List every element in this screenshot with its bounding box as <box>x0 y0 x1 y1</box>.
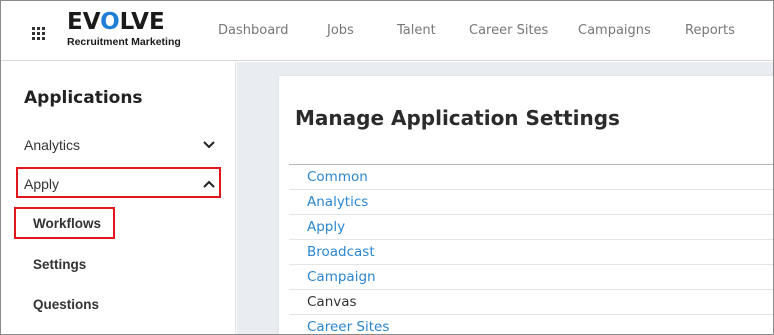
settings-link-common[interactable]: Common <box>289 165 773 190</box>
top-navigation-bar: EVOLVE Recruitment Marketing Dashboard J… <box>1 1 773 61</box>
nav-campaigns[interactable]: Campaigns <box>578 23 651 38</box>
app-grid-icon[interactable] <box>32 27 45 40</box>
settings-link-analytics[interactable]: Analytics <box>289 190 773 215</box>
sidebar-item-settings[interactable]: Settings <box>33 257 86 272</box>
nav-talent[interactable]: Talent <box>397 23 436 38</box>
settings-link-list: Common Analytics Apply Broadcast Campaig… <box>289 164 773 334</box>
app-window: EVOLVE Recruitment Marketing Dashboard J… <box>0 0 774 335</box>
sidebar-item-questions[interactable]: Questions <box>33 297 99 312</box>
sidebar-item-workflows[interactable]: Workflows <box>33 216 101 231</box>
chevron-up-icon[interactable] <box>203 180 215 188</box>
sidebar-title: Applications <box>24 88 143 108</box>
brand-subtitle: Recruitment Marketing <box>67 36 181 48</box>
settings-item-canvas: Canvas <box>289 290 773 315</box>
settings-link-apply[interactable]: Apply <box>289 215 773 240</box>
brand-logo[interactable]: EVOLVE Recruitment Marketing <box>67 10 181 48</box>
settings-link-broadcast[interactable]: Broadcast <box>289 240 773 265</box>
settings-link-career-sites[interactable]: Career Sites <box>289 315 773 334</box>
sidebar: Applications Analytics Apply Workflows S… <box>1 62 236 334</box>
settings-link-campaign[interactable]: Campaign <box>289 265 773 290</box>
chevron-down-icon[interactable] <box>203 141 215 149</box>
sidebar-section-apply[interactable]: Apply <box>24 176 59 192</box>
nav-reports[interactable]: Reports <box>685 23 735 38</box>
nav-career-sites[interactable]: Career Sites <box>469 23 548 38</box>
nav-dashboard[interactable]: Dashboard <box>218 23 289 38</box>
brand-wordmark: EVOLVE <box>67 9 165 35</box>
sidebar-section-analytics[interactable]: Analytics <box>24 137 80 153</box>
nav-jobs[interactable]: Jobs <box>327 23 354 38</box>
page-title: Manage Application Settings <box>295 106 620 130</box>
